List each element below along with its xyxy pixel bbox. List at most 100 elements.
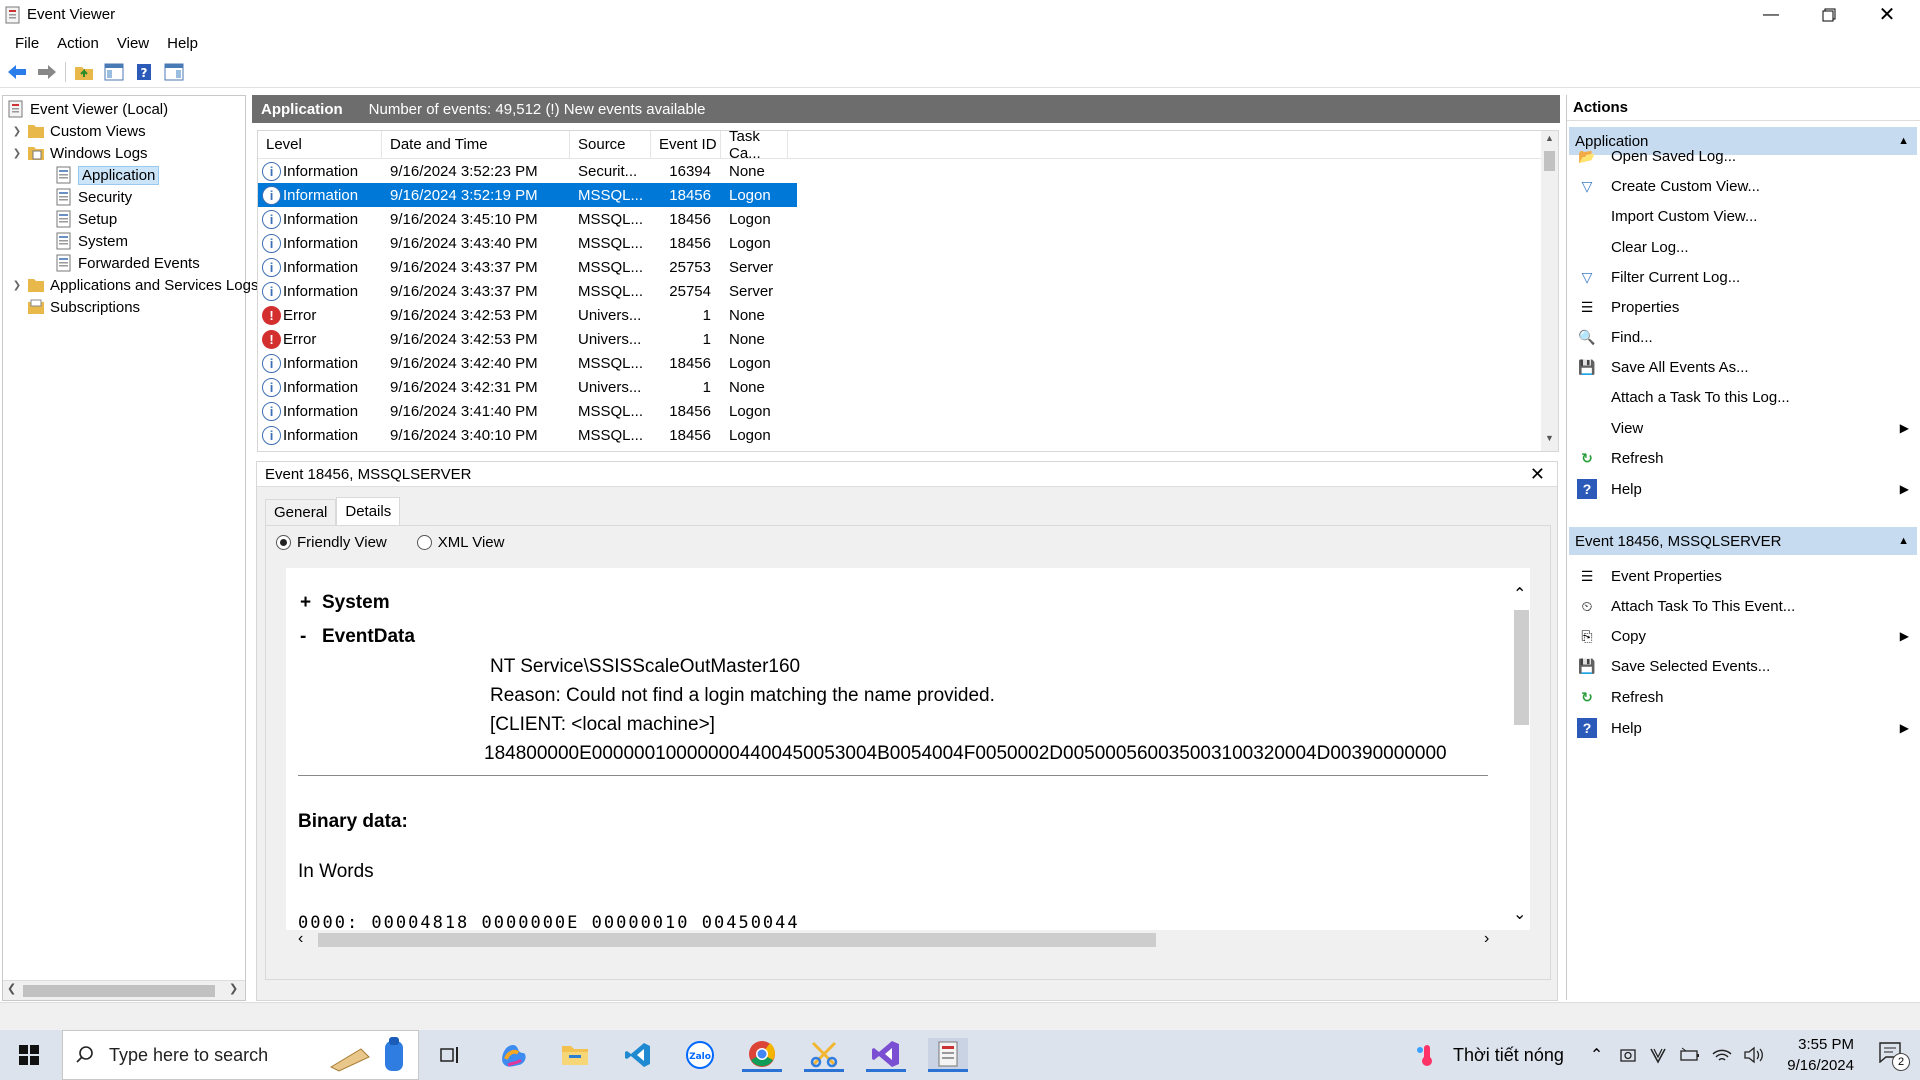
table-row[interactable]: i Information 9/16/2024 3:52:19 PM MSSQL...… (258, 183, 797, 207)
vpn-icon[interactable] (1649, 1046, 1667, 1064)
action-item[interactable]: 💾 Save All Events As... (1569, 352, 1917, 382)
table-row[interactable]: ! Error 9/16/2024 3:42:53 PM Univers... 1 Non… (258, 303, 1558, 327)
tree-item-application[interactable]: Application (55, 164, 160, 186)
zalo-button[interactable]: Zalo (680, 1038, 720, 1072)
table-row[interactable]: ! Error 9/16/2024 3:42:53 PM Univers... 1 Non… (258, 327, 1558, 351)
tree-item-forwarded-events[interactable]: Forwarded Events (55, 252, 200, 274)
camera-icon[interactable] (1619, 1046, 1637, 1064)
table-row[interactable]: i Information 9/16/2024 3:43:40 PM MSSQL...… (258, 231, 1558, 255)
menu-file[interactable]: File (6, 35, 48, 52)
table-row[interactable]: i Information 9/16/2024 3:40:10 PM MSSQL...… (258, 423, 1558, 447)
action-item[interactable]: ▽ Filter Current Log... (1569, 262, 1917, 292)
table-row[interactable]: i Information 9/16/2024 3:45:10 PM MSSQL...… (258, 207, 1558, 231)
scroll-thumb[interactable] (1514, 610, 1529, 725)
collapse-up-icon[interactable]: ▲ (1898, 535, 1909, 547)
tree-item-event-viewer-local[interactable]: Event Viewer (Local) (7, 98, 168, 120)
menu-view[interactable]: View (108, 35, 158, 52)
visual-studio-button[interactable] (866, 1038, 906, 1072)
radio-checked-icon[interactable] (276, 535, 291, 550)
scroll-right-icon[interactable]: › (1484, 930, 1489, 948)
scroll-up-icon[interactable]: ▲ (1545, 133, 1554, 143)
action-item[interactable]: Import Custom View... (1569, 201, 1917, 231)
menu-action[interactable]: Action (48, 35, 108, 52)
close-window-button[interactable]: ✕ (1858, 0, 1916, 29)
table-row[interactable]: i Information 9/16/2024 3:41:40 PM MSSQL...… (258, 399, 1558, 423)
snipping-tool-button[interactable] (804, 1038, 844, 1072)
chevron-right-icon[interactable]: ❯ (11, 280, 23, 291)
tree-item-app-services-logs[interactable]: ❯ Applications and Services Logs (11, 274, 259, 296)
action-item[interactable]: ↻ Refresh (1569, 443, 1917, 473)
tree-item-subscriptions[interactable]: Subscriptions (23, 296, 140, 318)
restore-button[interactable] (1800, 0, 1858, 29)
action-item[interactable]: ? Help ▶ (1569, 474, 1917, 504)
column-event-id[interactable]: Event ID (651, 131, 721, 159)
action-item[interactable]: 🔍 Find... (1569, 322, 1917, 352)
action-item[interactable]: ▽ Create Custom View... (1569, 171, 1917, 201)
volume-icon[interactable] (1743, 1046, 1765, 1064)
table-row[interactable]: i Information 9/16/2024 3:42:40 PM MSSQL...… (258, 351, 1558, 375)
scroll-left-icon[interactable]: ‹ (298, 930, 303, 948)
help-button[interactable]: ? (132, 60, 156, 84)
tab-general[interactable]: General (265, 499, 337, 525)
tree-item-security[interactable]: Security (55, 186, 132, 208)
column-date-time[interactable]: Date and Time (382, 131, 570, 159)
table-row[interactable]: i Information 9/16/2024 3:43:37 PM MSSQL...… (258, 279, 1558, 303)
tree-item-windows-logs[interactable]: ❯ Windows Logs (11, 142, 148, 164)
event-viewer-taskbar-button[interactable] (928, 1038, 968, 1072)
scroll-down-icon[interactable]: ⌄ (1513, 904, 1526, 924)
table-row[interactable]: i Information 9/16/2024 3:43:37 PM MSSQL...… (258, 255, 1558, 279)
notification-center-button[interactable]: 2 (1878, 1041, 1910, 1071)
clock[interactable]: 3:55 PM 9/16/2024 (1787, 1034, 1854, 1076)
tree-item-setup[interactable]: Setup (55, 208, 117, 230)
weather-text[interactable]: Thời tiết nóng (1453, 1045, 1564, 1066)
action-item[interactable]: ↻ Refresh (1569, 682, 1917, 712)
back-button[interactable] (5, 60, 29, 84)
show-action-pane-button[interactable] (162, 60, 186, 84)
weather-hot-icon[interactable] (1415, 1042, 1439, 1068)
action-item[interactable]: ☰ Properties (1569, 292, 1917, 322)
radio-unchecked-icon[interactable] (416, 535, 432, 550)
taskbar-search-box[interactable]: Type here to search (62, 1030, 419, 1080)
tree-horizontal-scrollbar[interactable]: ❮ ❯ (3, 980, 245, 1000)
table-row[interactable]: i Information 9/16/2024 3:52:23 PM Securit.… (258, 159, 1558, 183)
expand-system-toggle[interactable]: + (300, 592, 311, 614)
column-level[interactable]: Level (258, 131, 382, 159)
action-item[interactable]: Attach a Task To this Log... (1569, 382, 1917, 412)
wifi-icon[interactable] (1711, 1046, 1733, 1064)
table-row[interactable]: i Information 9/16/2024 3:42:31 PM Univers.… (258, 375, 1558, 399)
copilot-button[interactable] (493, 1038, 533, 1072)
chevron-down-icon[interactable]: ❯ (11, 148, 23, 159)
scroll-down-icon[interactable]: ▼ (1545, 433, 1554, 443)
scroll-up-icon[interactable]: ⌃ (1513, 584, 1526, 604)
action-item[interactable]: Clear Log... (1569, 232, 1917, 262)
detail-vertical-scrollbar[interactable]: ⌃ ⌄ (1513, 586, 1530, 926)
forward-button[interactable] (35, 60, 59, 84)
friendly-view-radio[interactable]: Friendly View (276, 534, 387, 551)
action-item[interactable]: ? Help ▶ (1569, 713, 1917, 743)
action-item[interactable]: 📂 Open Saved Log... (1569, 141, 1917, 171)
tree-item-custom-views[interactable]: ❯ Custom Views (11, 120, 146, 142)
collapse-eventdata-toggle[interactable]: - (300, 626, 306, 648)
event-list[interactable]: Level Date and Time Source Event ID Task… (257, 130, 1559, 452)
column-task-category[interactable]: Task Ca... (721, 131, 788, 162)
scroll-left-icon[interactable]: ❮ (7, 982, 16, 995)
tab-details[interactable]: Details (336, 497, 401, 525)
minimize-button[interactable]: — (1742, 0, 1800, 29)
xml-view-radio[interactable]: XML View (416, 534, 504, 551)
scroll-thumb[interactable] (318, 933, 1156, 947)
chevron-right-icon[interactable]: ❯ (11, 126, 23, 137)
action-item[interactable]: ⎘ Copy ▶ (1569, 621, 1917, 651)
action-item[interactable]: View ▶ (1569, 413, 1917, 443)
event-list-scrollbar[interactable]: ▲ ▼ (1541, 131, 1558, 451)
column-source[interactable]: Source (570, 131, 651, 159)
actions-section-event[interactable]: Event 18456, MSSQLSERVER ▲ (1569, 527, 1917, 555)
scroll-right-icon[interactable]: ❯ (229, 982, 238, 995)
detail-horizontal-scrollbar[interactable]: ‹ › (286, 930, 1530, 950)
battery-icon[interactable] (1679, 1046, 1701, 1064)
task-view-button[interactable] (430, 1038, 470, 1072)
chevron-up-icon[interactable]: ⌃ (1590, 1045, 1603, 1065)
start-button[interactable] (0, 1030, 58, 1080)
menu-help[interactable]: Help (158, 35, 207, 52)
scroll-thumb[interactable] (23, 985, 215, 997)
file-explorer-button[interactable] (555, 1038, 595, 1072)
